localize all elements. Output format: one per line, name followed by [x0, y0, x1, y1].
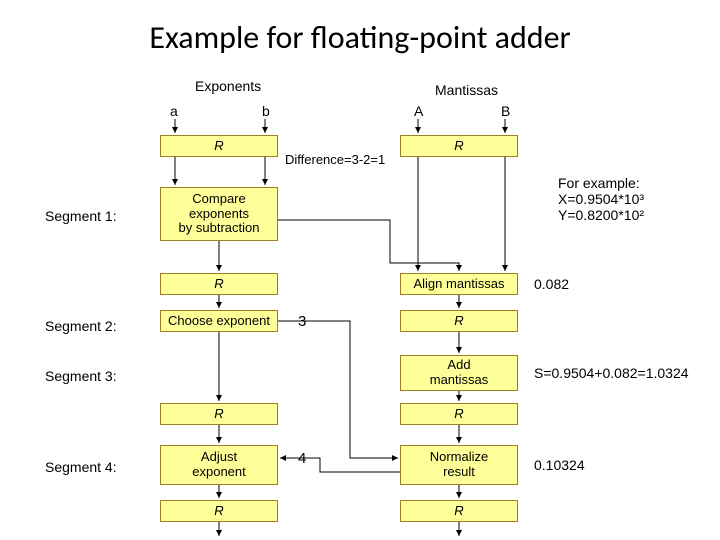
box-normalize: Normalize result	[400, 445, 518, 485]
box-r-right-3: R	[400, 403, 518, 425]
box-adjust: Adjust exponent	[160, 445, 278, 485]
page-title: Example for floating-point adder	[0, 18, 720, 57]
label-segment-2: Segment 2:	[45, 318, 117, 334]
box-align: Align mantissas	[400, 273, 518, 295]
box-r-left-3: R	[160, 403, 278, 425]
label-a: a	[170, 103, 178, 119]
label-B-cap: B	[501, 103, 510, 119]
box-r-right-4: R	[400, 500, 518, 522]
box-compare: Compare exponents by subtraction	[160, 187, 278, 241]
label-segment-1: Segment 1:	[45, 208, 117, 224]
label-four: 4	[298, 450, 306, 467]
label-difference: Difference=3-2=1	[285, 152, 385, 167]
box-add: Add mantissas	[400, 355, 518, 391]
label-exponents: Exponents	[195, 78, 261, 94]
label-segment-4: Segment 4:	[45, 459, 117, 475]
label-mantissas: Mantissas	[435, 82, 498, 98]
box-r-left-4: R	[160, 500, 278, 522]
label-A-cap: A	[414, 103, 423, 119]
label-b: b	[262, 103, 270, 119]
box-choose: Choose exponent	[160, 310, 278, 332]
box-r-right-2: R	[400, 310, 518, 332]
note-example: For example: X=0.9504*10³ Y=0.8200*10²	[558, 175, 644, 223]
label-segment-3: Segment 3:	[45, 368, 117, 384]
box-r-left-1: R	[160, 135, 278, 157]
note-sum: S=0.9504+0.082=1.0324	[534, 365, 689, 381]
label-three: 3	[298, 313, 306, 330]
note-082: 0.082	[534, 276, 569, 292]
box-r-right-1: R	[400, 135, 518, 157]
note-result: 0.10324	[534, 457, 585, 473]
box-r-left-2: R	[160, 273, 278, 295]
